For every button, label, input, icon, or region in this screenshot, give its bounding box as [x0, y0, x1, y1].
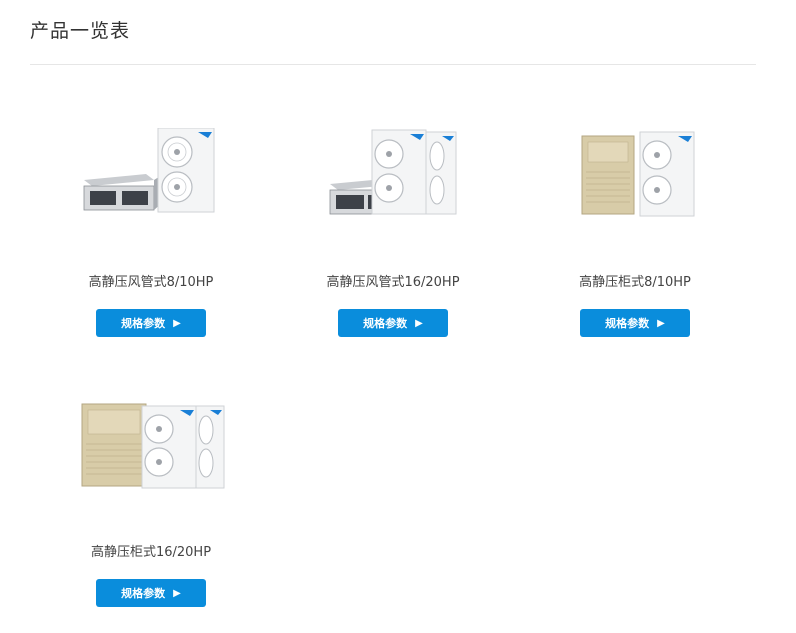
play-arrow-icon: ▶	[657, 317, 665, 329]
product-image[interactable]	[30, 128, 272, 248]
product-name: 高静压柜式16/20HP	[90, 545, 212, 560]
spec-button[interactable]: 规格参数 ▶	[96, 309, 206, 337]
play-arrow-icon: ▶	[173, 587, 181, 599]
product-image[interactable]	[514, 128, 756, 248]
spec-button[interactable]: 规格参数 ▶	[96, 579, 206, 607]
spec-button-label: 规格参数	[121, 317, 166, 330]
product-card: 高静压柜式16/20HP 规格参数 ▶	[30, 398, 272, 633]
spec-button-label: 规格参数	[121, 587, 166, 600]
product-card: 高静压风管式8/10HP 规格参数 ▶	[30, 128, 272, 378]
product-list-page: 产品一览表 高静压风管式8/10HP 规格参数 ▶ 高静压风管式16/20HP …	[0, 0, 796, 633]
product-name: 高静压柜式8/10HP	[579, 275, 691, 290]
product-name: 高静压风管式16/20HP	[326, 275, 460, 290]
spec-button-label: 规格参数	[605, 317, 650, 330]
play-arrow-icon: ▶	[415, 317, 423, 329]
play-arrow-icon: ▶	[173, 317, 181, 329]
product-card: 高静压风管式16/20HP 规格参数 ▶	[272, 128, 514, 378]
product-card: 高静压柜式8/10HP 规格参数 ▶	[514, 128, 756, 378]
title-divider	[30, 64, 756, 65]
spec-button[interactable]: 规格参数 ▶	[338, 309, 448, 337]
page-title: 产品一览表	[30, 20, 131, 42]
spec-button-label: 规格参数	[363, 317, 408, 330]
spec-button[interactable]: 规格参数 ▶	[580, 309, 690, 337]
product-image[interactable]	[30, 398, 272, 518]
product-name: 高静压风管式8/10HP	[88, 275, 214, 290]
product-image[interactable]	[272, 128, 514, 248]
